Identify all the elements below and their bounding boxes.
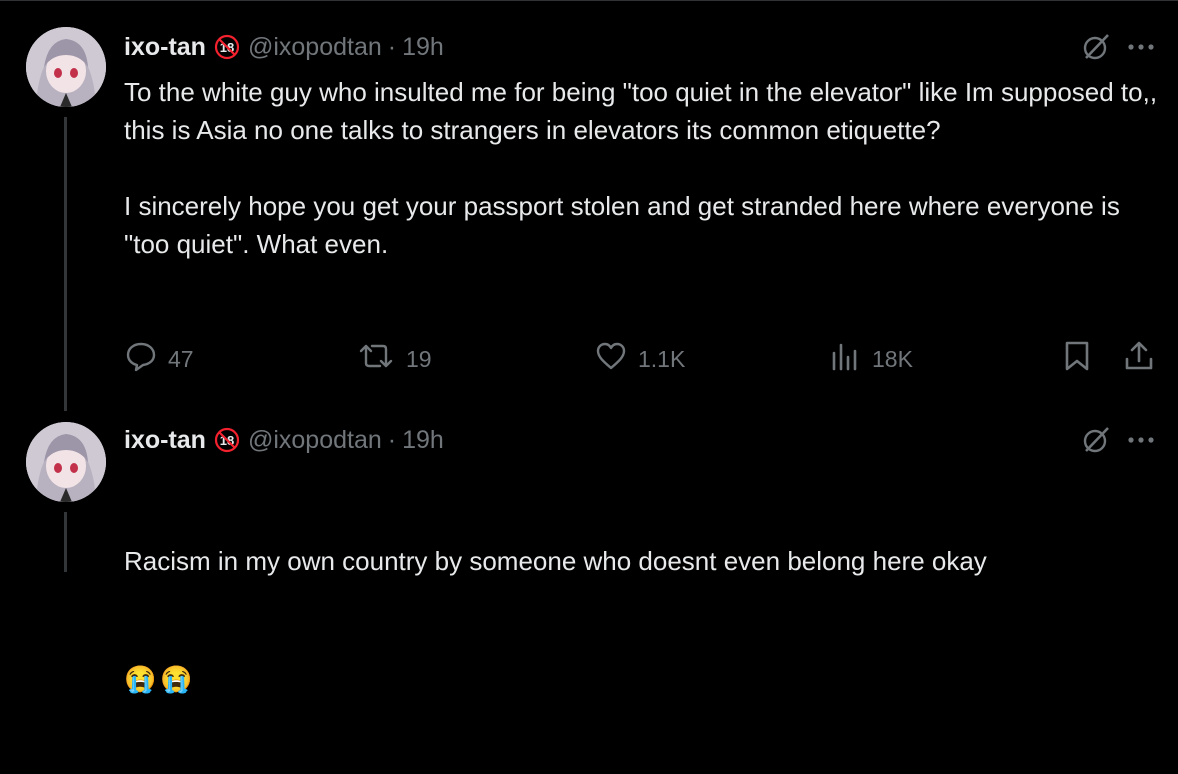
avatar[interactable]	[26, 422, 106, 502]
separator: ·	[387, 32, 397, 61]
display-name[interactable]: ixo-tan	[124, 33, 206, 62]
share-button[interactable]	[1122, 339, 1156, 379]
top-icons	[1080, 424, 1156, 456]
repost-count: 19	[406, 345, 432, 372]
handle[interactable]: @ixopodtan	[248, 426, 382, 455]
timestamp[interactable]: 19h	[402, 33, 444, 62]
tweet-header: ixo-tan 18 @ixopodtan · 19h	[124, 31, 444, 63]
separator: ·	[387, 425, 397, 454]
grok-icon[interactable]	[1080, 424, 1112, 456]
thread-line	[64, 512, 67, 572]
more-icon[interactable]	[1126, 435, 1156, 445]
bookmark-icon	[1062, 339, 1092, 379]
action-bar: 47 19 1.1K 18K	[124, 339, 1158, 373]
tweet[interactable]: ixo-tan 18 @ixopodtan · 19h	[0, 410, 1178, 694]
tweet-text: To the white guy who insulted me for bei…	[124, 77, 1158, 259]
views-icon	[828, 339, 862, 379]
tweet[interactable]: ixo-tan 18 @ixopodtan · 19h To t	[0, 0, 1178, 411]
tweet-text-container: Racism in my own country by someone who …	[124, 466, 1160, 774]
like-button[interactable]: 1.1K	[594, 339, 685, 379]
tweet-text: Racism in my own country by someone who …	[124, 546, 987, 576]
views-count: 18K	[872, 345, 913, 372]
reply-button[interactable]: 47	[124, 339, 194, 379]
like-count: 1.1K	[638, 345, 686, 372]
top-icons	[1080, 31, 1156, 63]
tweet-header: ixo-tan 18 @ixopodtan · 19h	[124, 424, 444, 456]
handle[interactable]: @ixopodtan	[248, 33, 382, 62]
grok-icon[interactable]	[1080, 31, 1112, 63]
no-18-icon: 18	[214, 34, 240, 60]
repost-button[interactable]: 19	[356, 339, 432, 379]
display-name[interactable]: ixo-tan	[124, 426, 206, 455]
repost-icon	[356, 339, 396, 379]
emoji-row: 😭 😭	[124, 660, 1160, 698]
avatar[interactable]	[26, 27, 106, 107]
timestamp[interactable]: 19h	[402, 426, 444, 455]
crying-emoji: 😭	[160, 664, 193, 694]
bookmark-button[interactable]	[1062, 339, 1092, 379]
crying-emoji: 😭	[124, 664, 157, 694]
thread-line	[64, 117, 67, 411]
reply-icon	[124, 339, 158, 379]
like-icon	[594, 339, 628, 379]
more-icon[interactable]	[1126, 42, 1156, 52]
no-18-icon: 18	[214, 427, 240, 453]
reply-count: 47	[168, 345, 194, 372]
views-button[interactable]: 18K	[828, 339, 913, 379]
share-icon	[1122, 339, 1156, 379]
